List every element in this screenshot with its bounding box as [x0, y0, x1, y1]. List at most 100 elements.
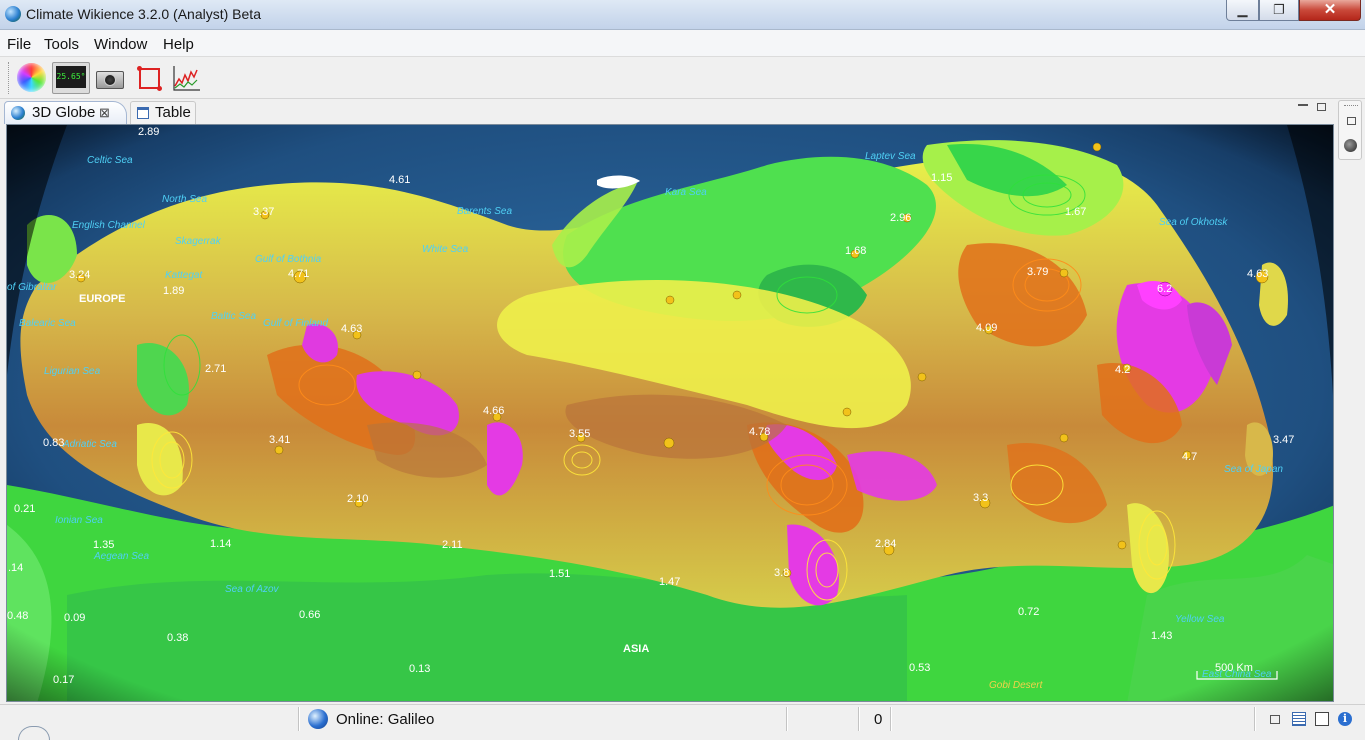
- value-label: 3.41: [269, 434, 290, 446]
- value-label: 2.89: [138, 126, 159, 138]
- value-label: 1.51: [549, 568, 570, 580]
- status-bar: Online: Galileo 0 i: [0, 704, 1365, 740]
- value-label: .14: [8, 562, 23, 574]
- status-divider: [890, 707, 892, 731]
- view-minimize-icon[interactable]: [1298, 104, 1308, 106]
- restore-icon[interactable]: [1347, 117, 1356, 125]
- value-label: 0.13: [409, 663, 430, 675]
- value-label: 4.78: [749, 426, 770, 438]
- sea-label-balearic: Balearic Sea: [19, 318, 76, 329]
- menu-tools[interactable]: Tools: [44, 36, 79, 53]
- value-label: 4.63: [341, 323, 362, 335]
- online-status-globe-icon: [308, 709, 328, 729]
- value-label: 1.15: [931, 172, 952, 184]
- chart-button[interactable]: [170, 62, 202, 94]
- globe-map-view[interactable]: Celtic Sea North Sea English Channel Ska…: [6, 124, 1334, 702]
- status-divider: [858, 707, 860, 731]
- value-label: 1.89: [163, 285, 184, 297]
- sea-label-skagerrak: Skagerrak: [175, 236, 222, 247]
- value-label: 4.2: [1115, 364, 1130, 376]
- sea-label-celtic: Celtic Sea: [87, 155, 133, 166]
- menu-file[interactable]: File: [7, 36, 31, 53]
- status-divider: [786, 707, 788, 731]
- view-maximize-icon[interactable]: [1317, 103, 1326, 111]
- status-divider: [1254, 707, 1256, 731]
- sea-label-baltic: Baltic Sea: [211, 311, 256, 322]
- color-palette-button[interactable]: [16, 62, 48, 94]
- sea-label-okhotsk: Sea of Okhotsk: [1159, 217, 1228, 228]
- value-label: 1.47: [659, 576, 680, 588]
- sea-label-aegean: Aegean Sea: [93, 551, 149, 562]
- region-label-asia: ASIA: [623, 643, 649, 655]
- value-label: 3.37: [253, 206, 274, 218]
- application-window: Climate Wikience 3.2.0 (Analyst) Beta ▁ …: [0, 0, 1365, 740]
- sea-label-english-channel: English Channel: [72, 220, 146, 231]
- layers-list-icon[interactable]: [1292, 712, 1306, 726]
- chart-icon: [173, 66, 200, 91]
- value-label: 2.71: [205, 363, 226, 375]
- value-label: 0.53: [909, 662, 930, 674]
- side-panel-grip[interactable]: [1344, 105, 1358, 107]
- toolbar-grip[interactable]: [8, 62, 11, 94]
- sea-label-kattegat: Kattegat: [165, 270, 203, 281]
- temperature-display-button[interactable]: 25.65°: [52, 62, 90, 94]
- sea-label-kara: Kara Sea: [665, 187, 707, 198]
- value-label: 4.63: [1247, 268, 1268, 280]
- sea-label-barents: Barents Sea: [457, 206, 512, 217]
- sea-label-ionian: Ionian Sea: [55, 515, 103, 526]
- view-tab-bar: 3D Globe ⊠ Table: [0, 100, 1337, 124]
- sea-label-north: North Sea: [162, 194, 207, 205]
- value-label: 2.11: [442, 539, 463, 551]
- app-globe-icon: [5, 6, 21, 22]
- menu-help[interactable]: Help: [163, 36, 194, 53]
- sea-label-azov: Sea of Azov: [225, 584, 280, 595]
- sea-label-gibraltar: of Gibraltar: [7, 282, 57, 293]
- menu-window[interactable]: Window: [94, 36, 147, 53]
- value-label: 2.84: [875, 538, 896, 550]
- value-label: 0.38: [167, 632, 188, 644]
- value-label: 0.48: [7, 610, 28, 622]
- value-label: 2.10: [347, 493, 368, 505]
- info-icon[interactable]: i: [1338, 712, 1352, 726]
- minimize-button[interactable]: ▁: [1226, 0, 1259, 21]
- value-label: 4.71: [288, 268, 309, 280]
- sea-label-ligurian: Ligurian Sea: [44, 366, 101, 377]
- status-divider: [298, 707, 300, 731]
- value-label: 0.83: [43, 437, 64, 449]
- region-label-gobi: Gobi Desert: [989, 680, 1044, 691]
- value-label: 3.3: [973, 492, 988, 504]
- color-palette-icon: [17, 63, 46, 92]
- selection-handle-icon: [137, 66, 142, 71]
- select-region-button[interactable]: [134, 62, 166, 94]
- sea-label-japan: Sea of Japan: [1224, 464, 1283, 475]
- value-label: 0.66: [299, 609, 320, 621]
- sea-label-laptev: Laptev Sea: [865, 151, 916, 162]
- value-label: 4.7: [1182, 451, 1197, 463]
- tab-table[interactable]: Table: [130, 101, 196, 124]
- tab-table-label: Table: [155, 104, 191, 121]
- tab-3d-globe[interactable]: 3D Globe ⊠: [4, 101, 127, 124]
- status-count: 0: [874, 711, 883, 728]
- globe-layers-icon[interactable]: [1344, 139, 1357, 152]
- side-panel: [1338, 100, 1362, 160]
- title-bar[interactable]: Climate Wikience 3.2.0 (Analyst) Beta ▁ …: [0, 0, 1365, 30]
- value-label: 1.35: [93, 539, 114, 551]
- value-label: 0.21: [14, 503, 35, 515]
- tab-close-icon[interactable]: ⊠: [99, 102, 110, 124]
- value-label: 0.17: [53, 674, 74, 686]
- properties-icon[interactable]: [1315, 712, 1329, 726]
- sea-label-gulf-of-bothnia: Gulf of Bothnia: [255, 254, 322, 265]
- selection-handle-icon: [157, 86, 162, 91]
- value-label: 4.66: [483, 405, 504, 417]
- screenshot-button[interactable]: [94, 62, 126, 94]
- camera-lens-icon: [104, 74, 116, 86]
- restore-panel-icon[interactable]: [1270, 715, 1280, 724]
- value-label: 1.68: [845, 245, 866, 257]
- temperature-display-icon: 25.65°: [56, 66, 86, 88]
- table-icon: [137, 107, 149, 119]
- value-label: 4.61: [389, 174, 410, 186]
- maximize-button[interactable]: ❐: [1259, 0, 1299, 21]
- close-button[interactable]: ✕: [1299, 0, 1361, 21]
- globe-map-canvas[interactable]: Celtic Sea North Sea English Channel Ska…: [7, 125, 1334, 702]
- globe-icon: [11, 106, 25, 120]
